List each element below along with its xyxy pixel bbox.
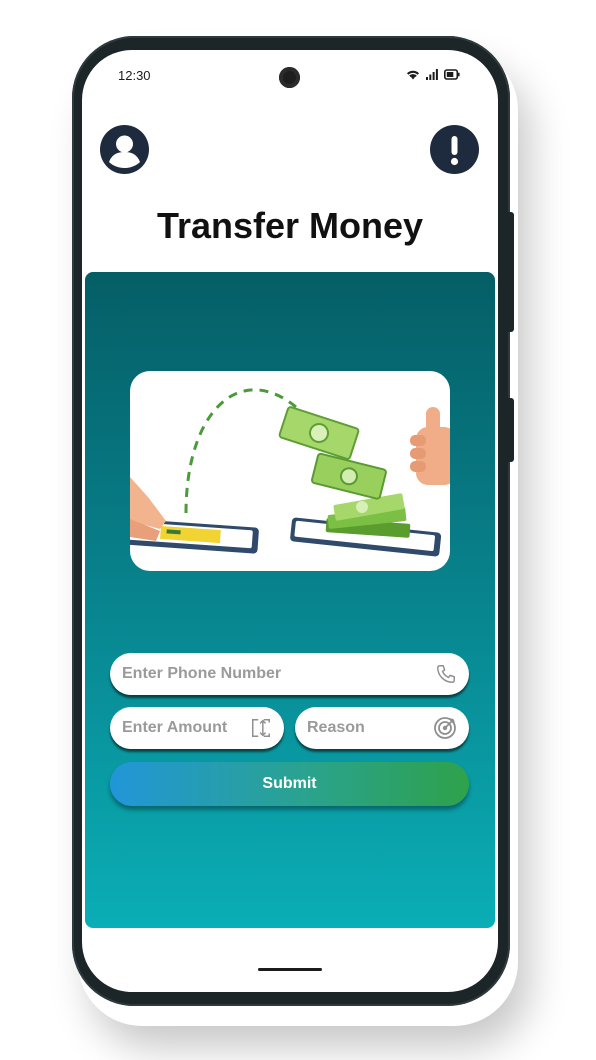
reason-input[interactable]: Reason [295, 707, 469, 749]
user-circle-icon [109, 135, 140, 168]
status-icons [406, 69, 460, 80]
wifi-icon [407, 70, 419, 80]
amount-placeholder: Enter Amount [122, 719, 228, 736]
power-button [508, 398, 514, 462]
signal-icon [426, 69, 438, 80]
front-camera [279, 67, 300, 88]
money-transfer-image [130, 388, 450, 557]
battery-icon [444, 69, 460, 80]
profile-button[interactable] [100, 125, 149, 174]
volume-button [508, 212, 514, 332]
reason-placeholder: Reason [307, 719, 365, 736]
transfer-panel: Enter Phone Number Enter Amount Reason S… [85, 272, 495, 928]
page-title: Transfer Money [156, 205, 424, 246]
submit-button[interactable]: Submit [110, 762, 469, 806]
target-icon [434, 717, 456, 739]
phone-icon [437, 665, 455, 683]
status-time: 12:30 [118, 68, 151, 83]
home-indicator[interactable] [258, 968, 322, 971]
app-screen: 12:30 Transfer Money Enter Phone Number … [82, 50, 498, 992]
alert-button[interactable] [430, 125, 479, 174]
exclamation-icon [450, 136, 459, 166]
amount-stepper-icon [252, 719, 270, 737]
phone-number-placeholder: Enter Phone Number [122, 665, 282, 682]
amount-input[interactable]: Enter Amount [110, 707, 284, 749]
money-transfer-illustration [130, 371, 450, 571]
phone-number-input[interactable]: Enter Phone Number [110, 653, 469, 695]
